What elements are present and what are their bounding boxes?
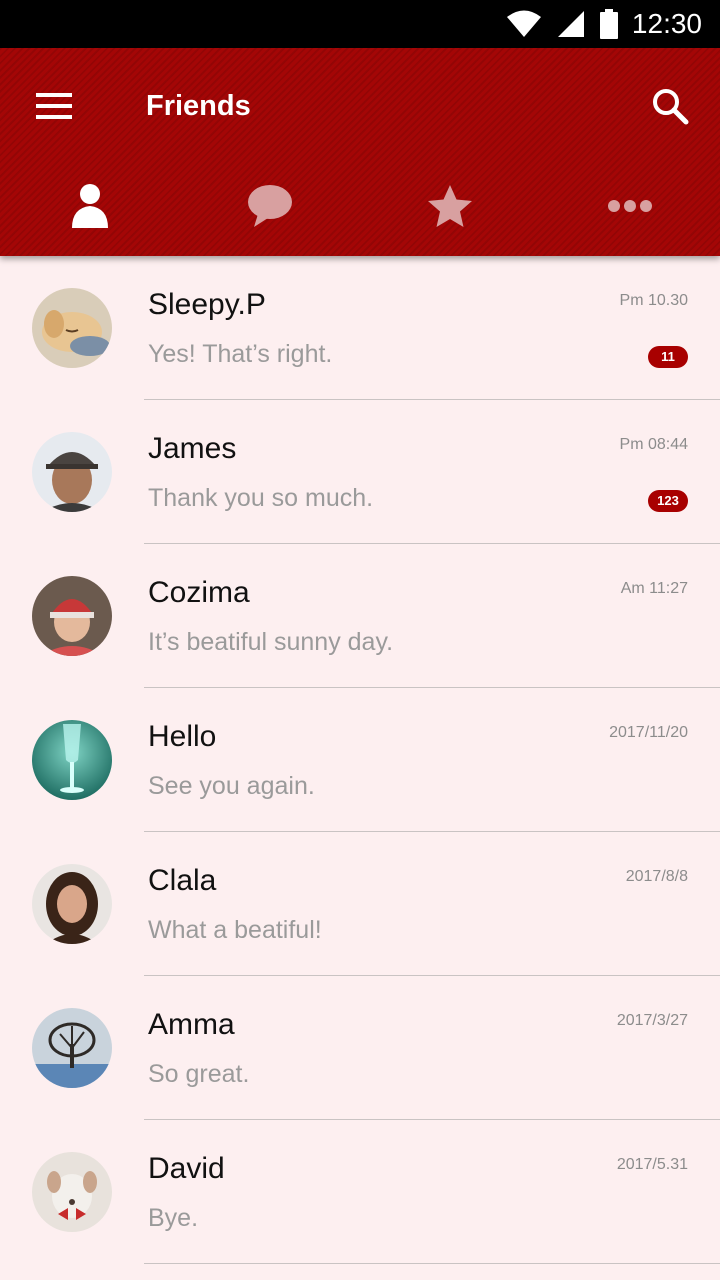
contact-name: Hello	[148, 720, 217, 753]
sleeping-dog-avatar	[32, 288, 112, 368]
chat-bubble-icon	[248, 185, 292, 227]
conversation-row[interactable]: Sleepy.P Yes! That’s right. Pm 10.30 11	[0, 256, 720, 400]
tree-landscape-avatar	[32, 1008, 112, 1088]
conversation-row[interactable]: Amma So great. 2017/3/27	[0, 976, 720, 1120]
last-message: Thank you so much.	[148, 484, 374, 512]
more-dots-icon	[608, 200, 652, 212]
search-icon	[653, 89, 689, 125]
unread-badge: 123	[648, 490, 688, 512]
star-icon	[428, 185, 472, 227]
tab-friends[interactable]	[0, 168, 180, 244]
battery-icon	[599, 9, 618, 39]
message-time: 2017/5.31	[616, 1156, 688, 1173]
message-time: 2017/11/20	[609, 724, 688, 741]
woman-portrait-avatar	[32, 864, 112, 944]
woman-beanie-avatar	[32, 576, 112, 656]
tab-more[interactable]	[540, 168, 720, 244]
contact-name: Cozima	[148, 576, 250, 609]
message-time: 2017/8/8	[625, 868, 688, 885]
message-time: Pm 10.30	[619, 292, 688, 309]
hamburger-menu-icon	[36, 93, 72, 119]
conversation-row[interactable]: James Thank you so much. Pm 08:44 123	[0, 400, 720, 544]
man-cap-avatar	[32, 432, 112, 512]
last-message: What a beatiful!	[148, 916, 322, 944]
person-icon	[72, 184, 108, 228]
search-button[interactable]	[648, 84, 692, 128]
conversation-row[interactable]: Hello See you again. 2017/11/20	[0, 688, 720, 832]
last-message: See you again.	[148, 772, 315, 800]
message-time: Pm 08:44	[619, 436, 688, 453]
last-message: It’s beatiful sunny day.	[148, 628, 394, 656]
app-header: Friends	[0, 48, 720, 256]
last-message: So great.	[148, 1060, 250, 1088]
status-icons: 12:30	[506, 0, 702, 48]
last-message: Bye.	[148, 1204, 199, 1232]
message-time: 2017/3/27	[616, 1012, 688, 1029]
tab-chats[interactable]	[180, 168, 360, 244]
last-message: Yes! That’s right.	[148, 340, 333, 368]
status-time: 12:30	[631, 8, 702, 39]
status-bar: 12:30	[0, 0, 720, 48]
menu-button[interactable]	[30, 86, 78, 126]
message-time: Am 11:27	[620, 580, 688, 597]
signal-icon	[557, 11, 584, 37]
contact-name: Clala	[148, 864, 217, 897]
divider	[144, 1263, 720, 1264]
glass-avatar	[32, 720, 112, 800]
page-title: Friends	[146, 90, 251, 122]
wifi-icon	[506, 10, 541, 37]
tab-favorites[interactable]	[360, 168, 540, 244]
conversation-row[interactable]: Clala What a beatiful! 2017/8/8	[0, 832, 720, 976]
contact-name: David	[148, 1152, 225, 1185]
tab-bar	[0, 168, 720, 244]
puppy-avatar	[32, 1152, 112, 1232]
conversation-row[interactable]: David Bye. 2017/5.31	[0, 1120, 720, 1264]
unread-badge: 11	[648, 346, 688, 368]
contact-name: Amma	[148, 1008, 235, 1041]
contact-name: James	[148, 432, 237, 465]
conversation-list: Sleepy.P Yes! That’s right. Pm 10.30 11 …	[0, 256, 720, 1264]
contact-name: Sleepy.P	[148, 288, 266, 321]
conversation-row[interactable]: Cozima It’s beatiful sunny day. Am 11:27	[0, 544, 720, 688]
